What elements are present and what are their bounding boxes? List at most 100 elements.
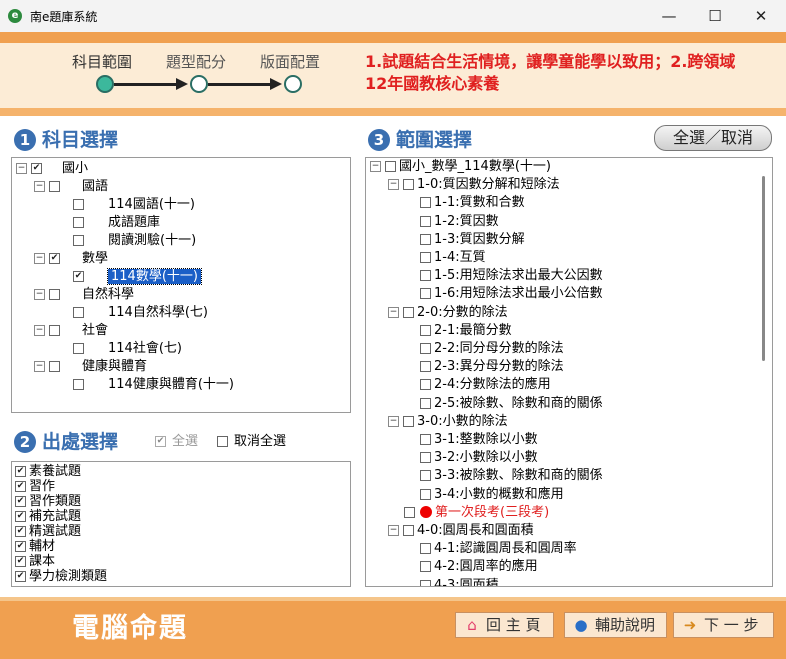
tree-checkbox[interactable]: ✔ <box>49 253 60 264</box>
source-list-panel[interactable]: ✔ 素養試題 ✔ 習作 ✔ 習作類題 ✔ 補充試題 ✔ 精選試題 ✔ 輔材 ✔ 課本 ✔ 學力檢測類題 <box>11 461 351 587</box>
source-item[interactable]: ✔ 學力檢測類題 <box>15 569 107 584</box>
source-checkbox[interactable]: ✔ <box>15 526 26 537</box>
tree-checkbox[interactable] <box>73 343 84 354</box>
collapse-icon[interactable]: − <box>370 161 381 172</box>
tree-item[interactable]: − 國語 <box>34 178 108 196</box>
range-checkbox[interactable] <box>403 179 414 191</box>
range-checkbox[interactable] <box>403 525 414 536</box>
tree-checkbox[interactable]: ✔ <box>31 163 42 174</box>
tree-checkbox[interactable] <box>73 235 84 246</box>
range-item[interactable]: 4-2:圓周率的應用 <box>420 558 538 576</box>
range-item[interactable]: 1-6:用短除法求出最小公倍數 <box>420 285 603 303</box>
tree-item[interactable]: − 社會 <box>34 322 108 340</box>
range-item[interactable]: 2-5:被除數、除數和商的關係 <box>420 395 603 413</box>
range-checkbox[interactable] <box>403 306 414 318</box>
range-tree-panel[interactable]: − 國小_數學_114數學(十一) −1-0:質因數分解和短除法 1-1:質數和合數 1… <box>365 157 773 587</box>
tree-checkbox[interactable] <box>73 307 84 318</box>
range-item[interactable]: − 1-0:質因數分解和短除法 <box>388 176 560 194</box>
range-item[interactable]: − 3-0:小數的除法 <box>388 413 508 431</box>
minimize-icon[interactable]: — <box>646 0 692 32</box>
source-select-all-checkbox[interactable]: ✔ 全選 <box>155 430 198 449</box>
source-checkbox[interactable]: ✔ <box>15 466 26 477</box>
range-item[interactable]: 1-5:用短除法求出最大公因數 <box>420 267 603 285</box>
range-item[interactable]: 4-1:認識圓周長和圓周率 <box>420 540 577 558</box>
collapse-icon[interactable]: − <box>388 179 399 191</box>
source-checkbox[interactable]: ✔ <box>15 481 26 492</box>
maximize-icon[interactable]: ☐ <box>692 0 738 32</box>
range-item[interactable]: 2-3:異分母分數的除法 <box>420 358 564 376</box>
range-checkbox[interactable] <box>385 161 396 172</box>
collapse-icon[interactable]: − <box>16 163 27 174</box>
range-item[interactable]: 3-4:小數的概數和應用 <box>420 486 564 504</box>
tree-item[interactable]: 閱讀測驗(十一) <box>73 232 196 250</box>
tree-item[interactable]: ✔ 114數學(十一) <box>73 268 202 286</box>
collapse-icon[interactable]: − <box>34 325 45 336</box>
range-select-all-button[interactable]: 全選／取消 <box>654 125 772 151</box>
range-checkbox[interactable] <box>420 270 431 282</box>
source-checkbox[interactable]: ✔ <box>15 511 26 522</box>
range-checkbox[interactable] <box>420 233 431 245</box>
tree-item[interactable]: − 自然科學 <box>34 286 134 304</box>
source-item[interactable]: ✔ 習作 <box>15 479 55 494</box>
collapse-icon[interactable]: − <box>34 361 45 372</box>
range-checkbox[interactable] <box>404 506 415 518</box>
tree-item[interactable]: 114健康與體育(十一) <box>73 376 234 394</box>
range-checkbox[interactable] <box>420 343 431 354</box>
range-item[interactable]: 3-3:被除數、除數和商的關係 <box>420 467 603 485</box>
exam-item[interactable]: 第一次段考(三段考) <box>404 504 549 522</box>
range-checkbox[interactable] <box>420 288 431 300</box>
subject-tree-panel[interactable]: − ✔ 國小 − 國語 114國語(十一) 成語題庫 閱讀測驗(十一) − ✔ 數學 ✔ 114數學(十… <box>11 157 351 413</box>
range-item[interactable]: 2-4:分數除法的應用 <box>420 376 551 394</box>
range-item[interactable]: 3-1:整數除以小數 <box>420 431 538 449</box>
range-scrollbar[interactable] <box>762 176 765 361</box>
tree-checkbox[interactable] <box>49 361 60 372</box>
range-checkbox[interactable] <box>420 361 431 373</box>
collapse-icon[interactable]: − <box>34 289 45 300</box>
source-item[interactable]: ✔ 精選試題 <box>15 524 81 539</box>
range-item[interactable]: 2-1:最簡分數 <box>420 322 512 340</box>
tree-item[interactable]: 114國語(十一) <box>73 196 195 214</box>
range-checkbox[interactable] <box>420 379 431 391</box>
collapse-icon[interactable]: − <box>34 253 45 264</box>
source-item[interactable]: ✔ 補充試題 <box>15 509 81 524</box>
range-item[interactable]: − 國小_數學_114數學(十一) <box>370 158 551 176</box>
range-item[interactable]: 2-2:同分母分數的除法 <box>420 340 564 358</box>
source-checkbox[interactable]: ✔ <box>15 556 26 567</box>
tree-item[interactable]: − ✔ 數學 <box>34 250 108 268</box>
help-button[interactable]: ● 輔助說明 <box>564 612 667 638</box>
tree-item[interactable]: − 健康與體育 <box>34 358 147 376</box>
range-checkbox[interactable] <box>420 252 431 263</box>
tree-checkbox[interactable] <box>73 379 84 390</box>
source-item[interactable]: ✔ 素養試題 <box>15 464 81 479</box>
range-checkbox[interactable] <box>420 579 431 586</box>
source-item[interactable]: ✔ 習作類題 <box>15 494 81 509</box>
tree-checkbox[interactable] <box>73 217 84 228</box>
range-checkbox[interactable] <box>420 215 431 227</box>
range-checkbox[interactable] <box>420 434 431 445</box>
source-deselect-all-checkbox[interactable]: 取消全選 <box>217 430 286 449</box>
close-icon[interactable]: ✕ <box>738 0 784 32</box>
tree-checkbox[interactable] <box>49 181 60 192</box>
collapse-icon[interactable]: − <box>388 415 399 427</box>
source-checkbox[interactable]: ✔ <box>15 571 26 582</box>
source-item[interactable]: ✔ 輔材 <box>15 539 55 554</box>
range-checkbox[interactable] <box>420 397 431 409</box>
range-checkbox[interactable] <box>420 324 431 336</box>
range-item[interactable]: 3-2:小數除以小數 <box>420 449 538 467</box>
range-item[interactable]: 1-3:質因數分解 <box>420 231 525 249</box>
range-item[interactable]: 1-2:質因數 <box>420 213 499 231</box>
tree-item[interactable]: 114自然科學(七) <box>73 304 208 322</box>
collapse-icon[interactable]: − <box>388 306 399 318</box>
range-checkbox[interactable] <box>403 415 414 427</box>
tree-checkbox[interactable]: ✔ <box>73 271 84 282</box>
range-item[interactable]: − 2-0:分數的除法 <box>388 304 508 322</box>
range-item[interactable]: 4-3:圓面積 <box>420 577 499 586</box>
range-checkbox[interactable] <box>420 470 431 482</box>
tree-item[interactable]: 成語題庫 <box>73 214 160 232</box>
range-checkbox[interactable] <box>420 488 431 500</box>
tree-item[interactable]: 114社會(七) <box>73 340 182 358</box>
tree-checkbox[interactable] <box>49 325 60 336</box>
range-checkbox[interactable] <box>420 452 431 464</box>
range-checkbox[interactable] <box>420 561 431 573</box>
collapse-icon[interactable]: − <box>34 181 45 192</box>
